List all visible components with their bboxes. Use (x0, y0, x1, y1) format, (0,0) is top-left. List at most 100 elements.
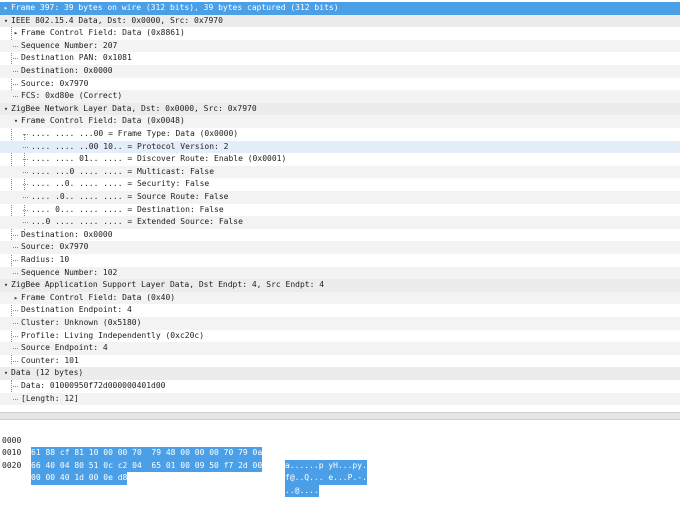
tree-row-label: FCS: 0xd80e (Correct) (21, 91, 123, 101)
tree-row[interactable]: ▸ Frame Control Field: Data (0x40) (0, 291, 680, 305)
tree-row-label: Destination: 0x0000 (21, 229, 113, 239)
tree-row[interactable]: Sequence Number: 207 (0, 39, 680, 53)
tree-branch-tick (13, 348, 18, 350)
tree-row-label: Data: 01000950f72d000000401d00 (21, 381, 166, 390)
tree-row-label: .... .... ..00 10.. = Protocol Version: … (31, 141, 229, 151)
tree-row-label: Frame Control Field: Data (0x8861) (21, 28, 185, 38)
tree-branch-tick (13, 45, 18, 47)
tree-row[interactable]: Source: 0x7970 (0, 241, 680, 254)
tree-row[interactable]: ...0 .... .... .... = Extended Source: F… (0, 216, 680, 229)
tree-row[interactable]: ▾ Data (12 bytes) (0, 367, 680, 380)
tree-row-label: .... .... 01.. .... = Discover Route: En… (31, 154, 287, 164)
tree-branch-tick (23, 134, 28, 135)
packet-bytes-pane[interactable]: 0000 61 88 cf 81 10 00 00 70 79 48 00 00… (0, 420, 680, 497)
tree-row[interactable]: Destination Endpoint: 4 (0, 304, 680, 317)
tree-row[interactable]: Destination: 0x0000 (0, 65, 680, 78)
tree-row[interactable]: Radius: 10 (0, 254, 680, 267)
tree-row[interactable]: .... .... ...00 = Frame Type: Data (0x00… (0, 128, 680, 141)
tree-row-label: .... ...0 .... .... = Multicast: False (31, 166, 215, 176)
tree-row-label: IEEE 802.15.4 Data, Dst: 0x0000, Src: 0x… (11, 15, 223, 25)
tree-row-label: Source: 0x7970 (21, 242, 89, 252)
tree-row-label: .... .0.. .... .... = Source Route: Fals… (31, 192, 229, 201)
hex-ascii[interactable]: f@..Q... e...P.-. (285, 472, 367, 485)
tree-branch-tick (23, 209, 28, 211)
tree-row[interactable]: .... .0.. .... .... = Source Route: Fals… (0, 191, 680, 204)
tree-row[interactable]: .... ...0 .... .... = Multicast: False (0, 165, 680, 179)
tree-row-label: .... 0... .... .... = Destination: False (31, 204, 224, 214)
tree-row-label: Frame Control Field: Data (0x0048) (21, 116, 185, 126)
tree-row-label: Data (12 bytes) (11, 368, 84, 378)
tree-row[interactable]: ▸ Frame Control Field: Data (0x8861) (0, 27, 680, 40)
tree-branch-tick (13, 360, 18, 362)
tree-row[interactable]: ▾ ZigBee Network Layer Data, Dst: 0x0000,… (0, 102, 680, 116)
tree-row[interactable]: ▸ Frame 397: 39 bytes on wire (312 bits),… (0, 2, 680, 15)
collapsed-arrow-icon[interactable]: ▸ (12, 292, 20, 305)
tree-row-label: Counter: 101 (21, 355, 79, 365)
tree-branch-tick (13, 71, 18, 72)
expanded-arrow-icon[interactable]: ▾ (12, 115, 20, 128)
hex-offset: 0020 (2, 460, 22, 470)
tree-branch-tick (13, 335, 18, 337)
tree-row-label: Cluster: Unknown (0x5180) (21, 318, 142, 327)
expanded-arrow-icon[interactable]: ▾ (2, 103, 10, 116)
tree-branch-tick (13, 272, 18, 274)
tree-row[interactable]: .... .... 01.. .... = Discover Route: En… (0, 153, 680, 166)
tree-branch-tick (23, 222, 28, 224)
tree-row[interactable]: Cluster: Unknown (0x5180) (0, 317, 680, 330)
hex-bytes[interactable]: 66 40 04 80 51 0c c2 04 65 01 00 09 50 f… (31, 459, 263, 472)
tree-row[interactable]: Destination: 0x0000 (0, 229, 680, 242)
tree-row[interactable]: Profile: Living Independently (0xc20c) (0, 330, 680, 343)
tree-branch-tick (23, 184, 28, 186)
tree-row[interactable]: ▾ ZigBee Application Support Layer Data, … (0, 279, 680, 292)
tree-row[interactable]: Destination PAN: 0x1081 (0, 52, 680, 65)
tree-row-label: Destination: 0x0000 (21, 66, 113, 75)
tree-row[interactable]: .... ..0. .... .... = Security: False (0, 178, 680, 191)
collapsed-arrow-icon[interactable]: ▸ (12, 27, 20, 40)
tree-row[interactable]: ▾ IEEE 802.15.4 Data, Dst: 0x0000, Src: 0… (0, 14, 680, 28)
tree-row-label: ...0 .... .... .... = Extended Source: F… (31, 217, 243, 227)
tree-branch-tick (13, 260, 18, 261)
tree-branch-tick (13, 398, 18, 400)
expanded-arrow-icon[interactable]: ▾ (2, 279, 10, 292)
hex-bytes[interactable]: 00 00 40 1d 00 0e d8 (31, 472, 128, 485)
tree-row-label: Sequence Number: 102 (21, 267, 118, 277)
tree-branch-tick (13, 323, 18, 324)
tree-row[interactable]: Source: 0x7970 (0, 78, 680, 91)
hex-row[interactable]: 0020 00 00 40 1d 00 0e d8 ..@.... (0, 447, 680, 497)
tree-row[interactable]: Data: 01000950f72d000000401d00 (0, 380, 680, 393)
tree-row-label: Source: 0x7970 (21, 78, 89, 88)
tree-row[interactable]: .... .... ..00 10.. = Protocol Version: … (0, 140, 680, 154)
tree-row[interactable]: [Length: 12] (0, 392, 680, 406)
tree-branch-tick (13, 386, 18, 387)
tree-row-label: .... .... ...00 = Frame Type: Data (0x00… (31, 129, 239, 138)
tree-branch-tick (23, 197, 28, 198)
tree-branch-tick (13, 96, 18, 98)
tree-row-label: Frame 397: 39 bytes on wire (312 bits), … (11, 3, 339, 12)
tree-row[interactable]: Source Endpoint: 4 (0, 342, 680, 355)
tree-row[interactable]: Sequence Number: 102 (0, 266, 680, 280)
tree-branch-tick (23, 146, 28, 148)
tree-row[interactable]: FCS: 0xd80e (Correct) (0, 90, 680, 103)
expanded-arrow-icon[interactable]: ▾ (2, 15, 10, 28)
tree-row-label: ZigBee Application Support Layer Data, D… (11, 280, 325, 290)
tree-row-label: Destination Endpoint: 4 (21, 305, 132, 315)
tree-branch-tick (13, 58, 18, 60)
pane-splitter[interactable] (0, 412, 680, 420)
expanded-arrow-icon[interactable]: ▾ (2, 367, 10, 380)
tree-branch-tick (13, 83, 18, 85)
tree-branch-tick (23, 171, 28, 173)
collapsed-arrow-icon[interactable]: ▸ (2, 2, 10, 15)
tree-row[interactable]: Counter: 101 (0, 355, 680, 368)
hex-row[interactable]: 0000 61 88 cf 81 10 00 00 70 79 48 00 00… (0, 422, 680, 472)
hex-ascii[interactable]: a......p yH...py. (285, 459, 367, 472)
tree-branch-tick (13, 247, 18, 249)
tree-row-label: ZigBee Network Layer Data, Dst: 0x0000, … (11, 103, 257, 113)
hex-ascii[interactable]: ..@.... (285, 484, 319, 497)
tree-row-label: Radius: 10 (21, 255, 70, 264)
packet-details-tree[interactable]: ▸ Frame 397: 39 bytes on wire (312 bits),… (0, 0, 680, 412)
tree-branch-tick (13, 234, 18, 236)
hex-row[interactable]: 0010 66 40 04 80 51 0c c2 04 65 01 00 09… (0, 435, 680, 485)
tree-row-label: .... ..0. .... .... = Security: False (31, 179, 210, 189)
tree-row[interactable]: .... 0... .... .... = Destination: False (0, 204, 680, 217)
tree-row[interactable]: ▾ Frame Control Field: Data (0x0048) (0, 115, 680, 128)
